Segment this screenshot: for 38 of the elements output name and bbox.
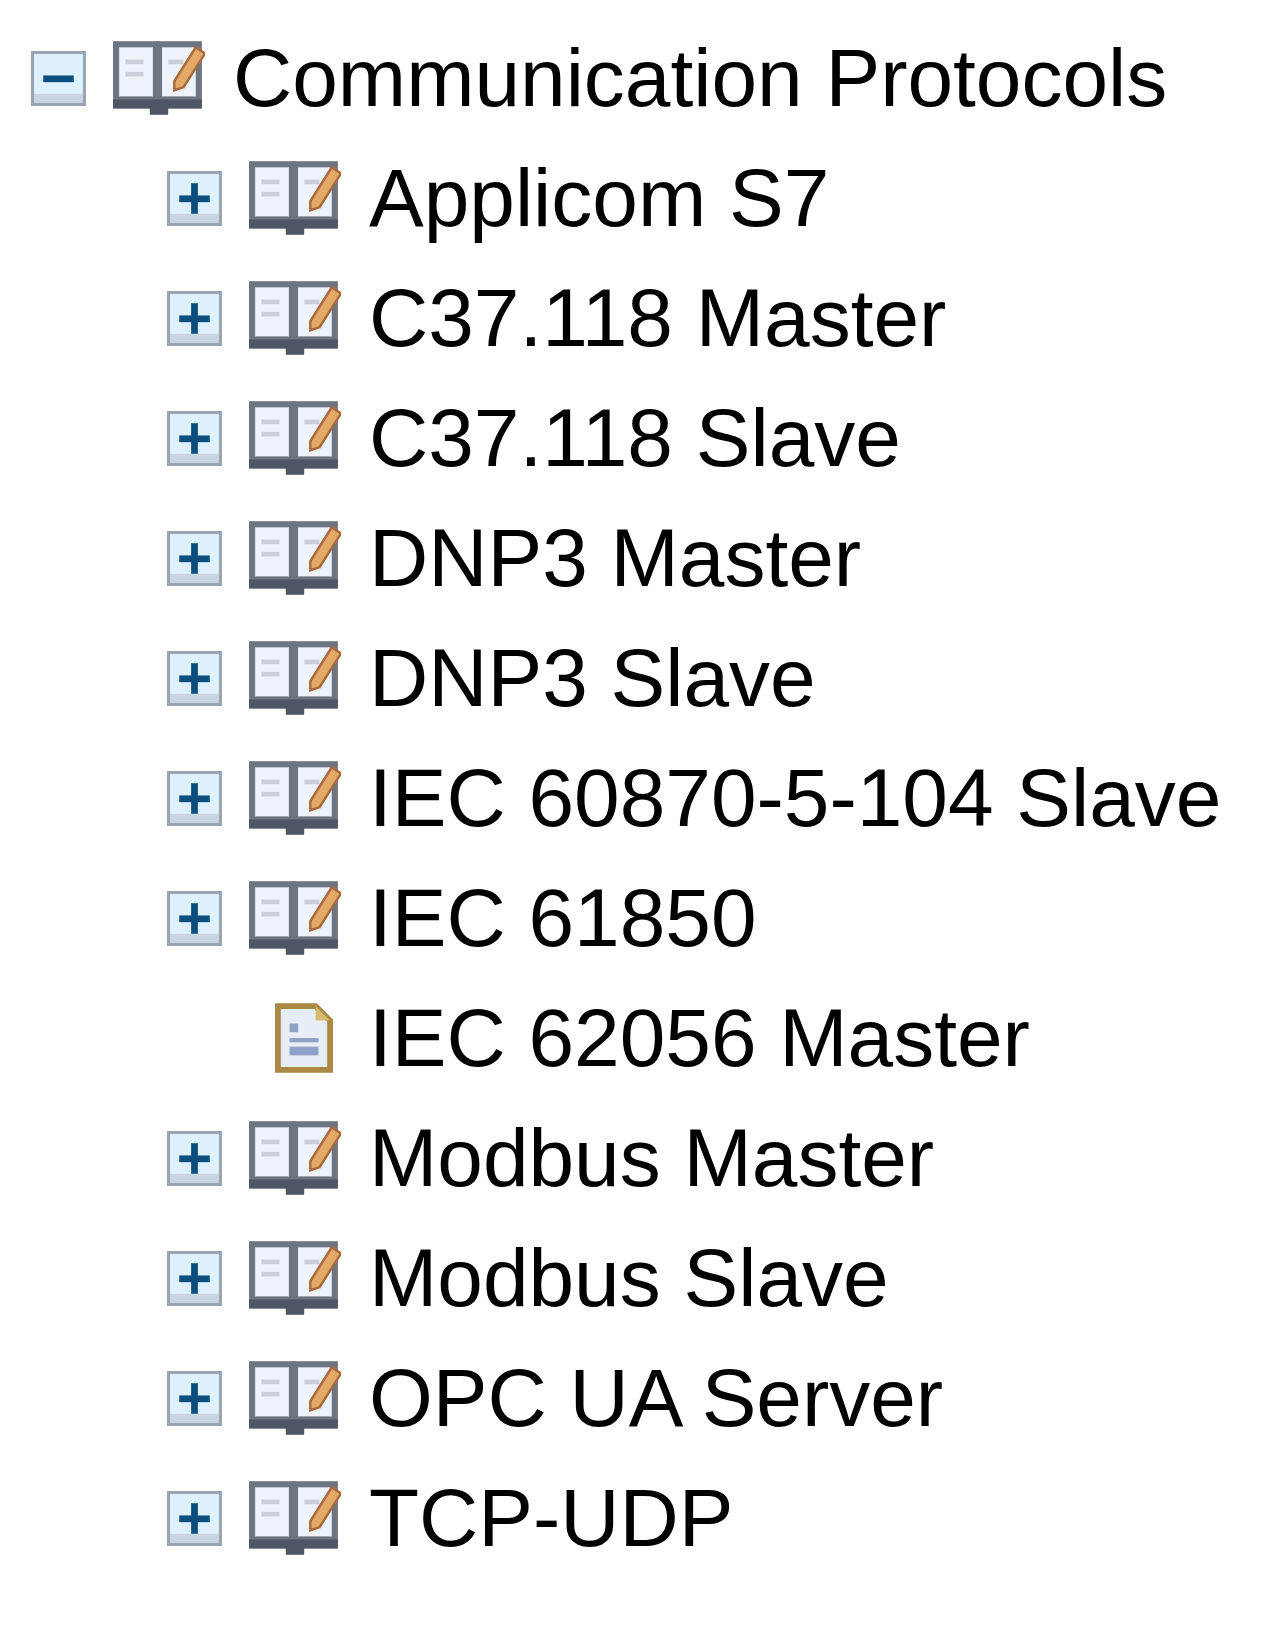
tree-item[interactable]: DNP3 Slave [369, 630, 816, 726]
book-icon [249, 398, 341, 478]
book-icon [249, 158, 341, 238]
tree-item[interactable]: Modbus Master [369, 1110, 935, 1206]
tree-item[interactable]: DNP3 Master [369, 510, 862, 606]
expand-toggle[interactable] [167, 1250, 222, 1306]
expand-toggle[interactable] [167, 650, 222, 706]
book-icon [249, 1478, 341, 1558]
expand-toggle[interactable] [167, 530, 222, 586]
tree-item[interactable]: OPC UA Server [369, 1350, 944, 1446]
book-icon [249, 1358, 341, 1438]
book-icon [249, 518, 341, 598]
book-icon [113, 38, 205, 118]
book-icon [249, 1118, 341, 1198]
expand-toggle[interactable] [167, 770, 222, 826]
tree-item[interactable]: Applicom S7 [369, 150, 830, 246]
book-icon [249, 878, 341, 958]
expand-toggle[interactable] [167, 410, 222, 466]
tree-item[interactable]: Modbus Slave [369, 1230, 889, 1326]
document-icon [275, 1003, 333, 1073]
expand-toggle[interactable] [167, 890, 222, 946]
tree-item[interactable]: C37.118 Slave [369, 390, 901, 486]
expand-toggle[interactable] [167, 1130, 222, 1186]
tree-item[interactable]: IEC 62056 Master [369, 990, 1030, 1086]
tree-item[interactable]: TCP-UDP [369, 1470, 734, 1566]
book-icon [249, 638, 341, 718]
book-icon [249, 1238, 341, 1318]
tree-item[interactable]: Communication Protocols [233, 30, 1168, 126]
expand-toggle[interactable] [167, 1490, 222, 1546]
expand-toggle[interactable] [167, 1370, 222, 1426]
expand-toggle[interactable] [167, 290, 222, 346]
book-icon [249, 278, 341, 358]
collapse-toggle[interactable] [31, 50, 86, 106]
book-icon [249, 758, 341, 838]
expand-toggle[interactable] [167, 170, 222, 226]
tree-item[interactable]: IEC 60870-5-104 Slave [369, 750, 1222, 846]
tree-item[interactable]: C37.118 Master [369, 270, 947, 366]
tree-item[interactable]: IEC 61850 [369, 870, 757, 966]
